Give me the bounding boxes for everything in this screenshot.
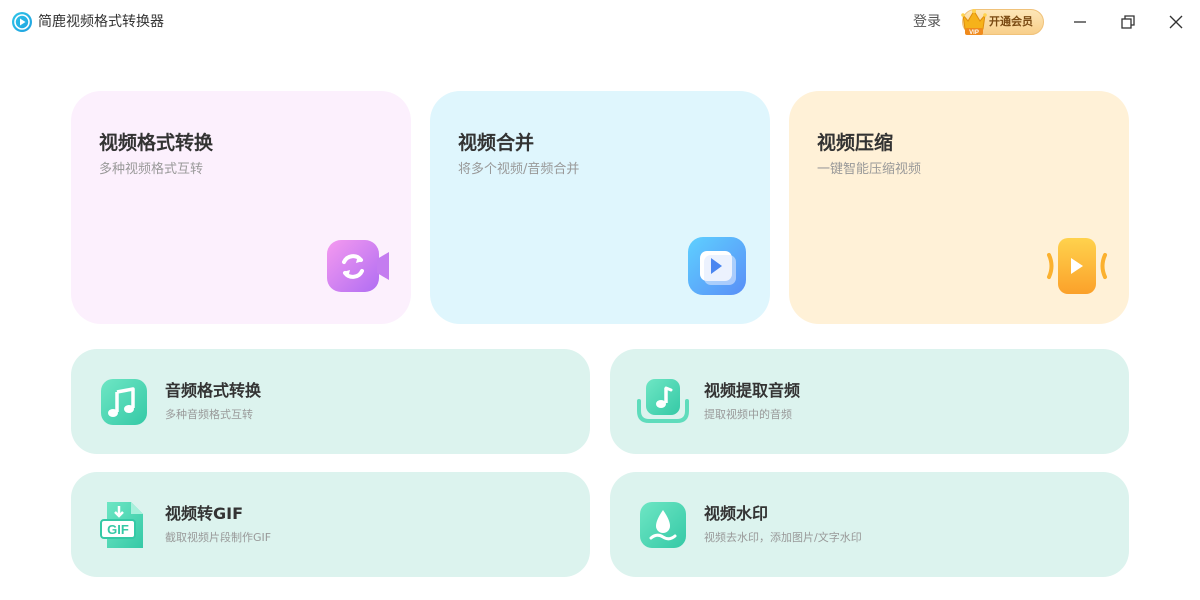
video-merge-card[interactable]: 视频合并 将多个视频/音频合并 xyxy=(430,91,770,324)
card-subtitle: 提取视频中的音频 xyxy=(704,408,792,421)
app-title: 简鹿视频格式转换器 xyxy=(38,14,164,30)
card-title: 视频提取音频 xyxy=(704,381,801,400)
audio-extract-icon xyxy=(637,379,689,423)
vip-crown-icon: VIP xyxy=(961,9,987,36)
close-button[interactable] xyxy=(1164,10,1188,34)
card-title: 视频压缩 xyxy=(817,132,894,154)
card-title: 视频合并 xyxy=(458,132,535,154)
vip-membership-button[interactable]: VIP 开通会员 xyxy=(961,9,1044,36)
close-icon xyxy=(1169,15,1183,29)
card-title: 视频转GIF xyxy=(165,504,244,523)
video-convert-icon xyxy=(327,240,389,292)
restore-icon xyxy=(1121,15,1135,29)
card-subtitle: 视频去水印，添加图片/文字水印 xyxy=(704,531,862,544)
card-title: 视频格式转换 xyxy=(99,132,214,154)
card-subtitle: 截取视频片段制作GIF xyxy=(165,531,272,544)
video-compress-card[interactable]: 视频压缩 一键智能压缩视频 xyxy=(789,91,1129,324)
login-link[interactable]: 登录 xyxy=(913,13,941,31)
watermark-drop-icon xyxy=(640,502,686,548)
video-watermark-card[interactable]: 视频水印 视频去水印，添加图片/文字水印 xyxy=(610,472,1129,577)
title-bar: 简鹿视频格式转换器 登录 VIP 开通会员 xyxy=(0,0,1200,44)
video-format-convert-card[interactable]: 视频格式转换 多种视频格式互转 xyxy=(71,91,411,324)
video-extract-audio-card[interactable]: 视频提取音频 提取视频中的音频 xyxy=(610,349,1129,454)
card-title: 视频水印 xyxy=(704,504,769,523)
gif-file-icon: GIF xyxy=(100,502,143,548)
music-note-icon xyxy=(101,379,147,425)
restore-button[interactable] xyxy=(1116,10,1140,34)
vip-badge-text: VIP xyxy=(969,30,979,36)
app-logo-icon xyxy=(12,12,32,32)
minimize-button[interactable] xyxy=(1068,10,1092,34)
video-to-gif-card[interactable]: GIF 视频转GIF 截取视频片段制作GIF xyxy=(71,472,590,577)
audio-format-convert-card[interactable]: 音频格式转换 多种音频格式互转 xyxy=(71,349,590,454)
video-compress-icon xyxy=(1047,238,1107,294)
minimize-icon xyxy=(1074,21,1086,23)
card-subtitle: 多种视频格式互转 xyxy=(99,162,204,177)
gif-icon-text: GIF xyxy=(107,522,129,537)
card-subtitle: 多种音频格式互转 xyxy=(165,408,253,421)
card-subtitle: 将多个视频/音频合并 xyxy=(458,162,580,177)
video-merge-icon xyxy=(688,237,746,295)
card-title: 音频格式转换 xyxy=(165,381,262,400)
vip-label: 开通会员 xyxy=(989,15,1033,28)
card-subtitle: 一键智能压缩视频 xyxy=(817,162,922,177)
